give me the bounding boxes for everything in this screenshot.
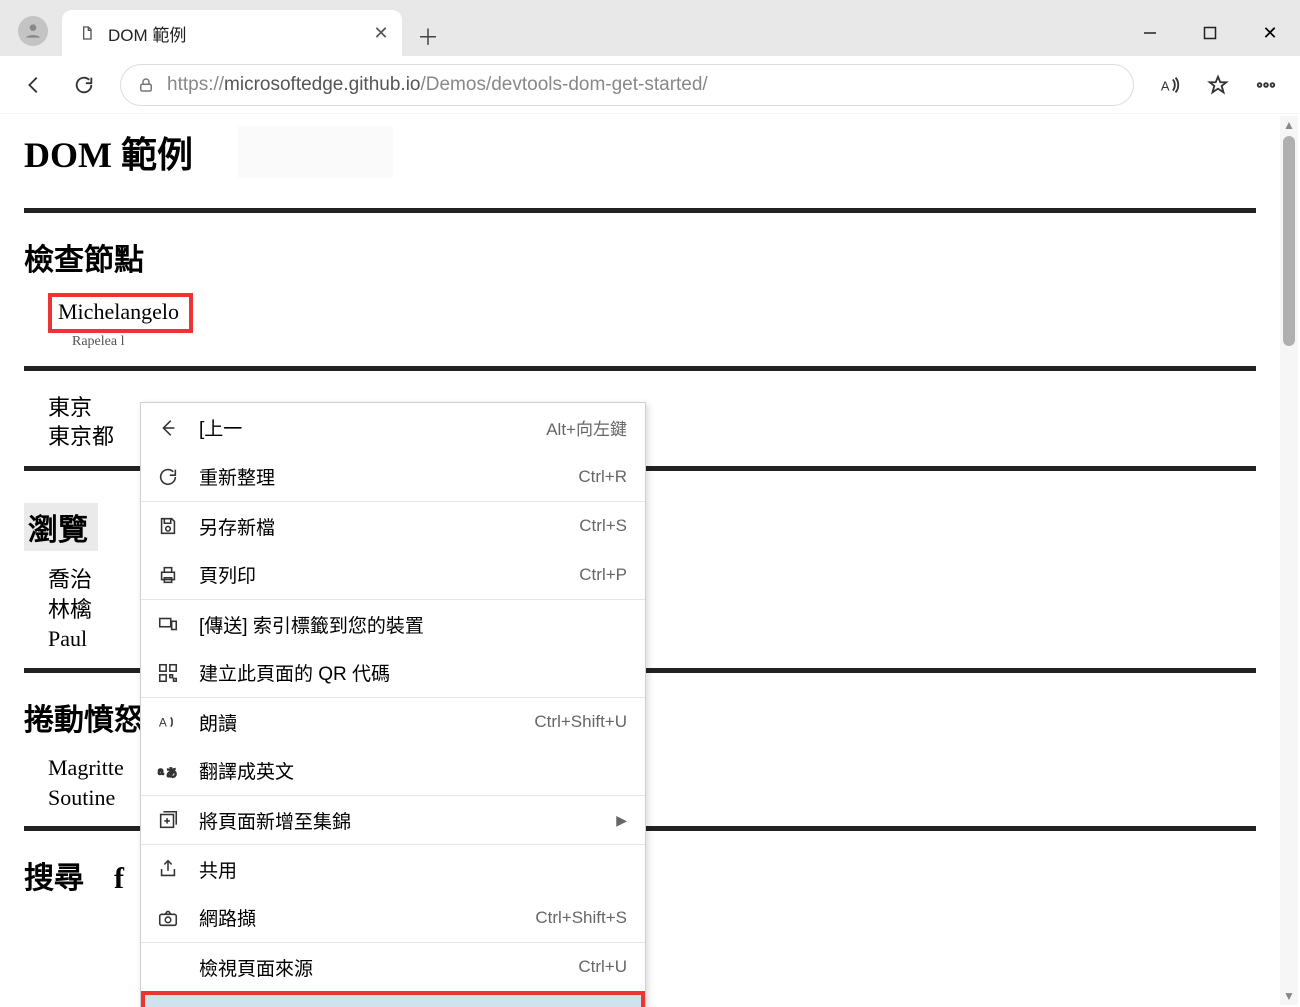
- ctx-inspect[interactable]: 檢查: [145, 995, 641, 1007]
- maximize-button[interactable]: [1180, 10, 1240, 56]
- address-bar[interactable]: https://microsoftedge.github.io/Demos/de…: [120, 64, 1134, 106]
- scrollbar[interactable]: ▲ ▼: [1280, 116, 1298, 1005]
- share-icon: [155, 858, 181, 880]
- ctx-share[interactable]: 共用: [141, 844, 645, 893]
- back-button[interactable]: [12, 63, 56, 107]
- scroll-thumb[interactable]: [1283, 136, 1295, 346]
- svg-text:A: A: [159, 716, 167, 730]
- page-title: DOM 範例: [24, 126, 393, 178]
- scroll-up-icon[interactable]: ▲: [1280, 116, 1298, 134]
- chevron-right-icon: ▶: [616, 812, 627, 829]
- ctx-save-as[interactable]: 另存新檔 Ctrl+S: [141, 501, 645, 550]
- print-icon: [155, 564, 181, 586]
- ctx-back[interactable]: [上一 Alt+向左鍵: [141, 403, 645, 452]
- ctx-add-to-collections[interactable]: 將頁面新增至集錦 ▶: [141, 795, 645, 844]
- svg-text:a: a: [158, 766, 164, 777]
- section-heading: 檢查節點: [24, 235, 1256, 279]
- camera-icon: [155, 907, 181, 929]
- favorite-icon[interactable]: [1196, 63, 1240, 107]
- minimize-button[interactable]: [1120, 10, 1180, 56]
- ctx-translate[interactable]: aあ 翻譯成英文: [141, 746, 645, 795]
- tab-title: DOM 範例: [108, 21, 360, 46]
- scroll-down-icon[interactable]: ▼: [1280, 987, 1298, 1005]
- url-text: https://microsoftedge.github.io/Demos/de…: [167, 74, 708, 96]
- profile-avatar[interactable]: [18, 16, 48, 46]
- more-menu-icon[interactable]: [1244, 63, 1288, 107]
- read-aloud-icon: A: [155, 711, 181, 733]
- svg-text:A: A: [1161, 78, 1170, 93]
- ctx-web-capture[interactable]: 網路擷 Ctrl+Shift+S: [141, 893, 645, 942]
- toolbar: https://microsoftedge.github.io/Demos/de…: [0, 56, 1300, 114]
- back-icon: [155, 417, 181, 439]
- ctx-view-source[interactable]: 檢視頁面來源 Ctrl+U: [141, 942, 645, 991]
- browser-tab[interactable]: DOM 範例 ✕: [62, 10, 402, 56]
- ctx-read-aloud[interactable]: A 朗讀 Ctrl+Shift+U: [141, 697, 645, 746]
- section-heading: 瀏覽: [24, 503, 98, 551]
- titlebar: DOM 範例 ✕ ＋ ✕: [0, 0, 1300, 56]
- read-aloud-icon[interactable]: A: [1148, 63, 1192, 107]
- ctx-print[interactable]: 頁列印 Ctrl+P: [141, 550, 645, 599]
- ctx-create-qr[interactable]: 建立此頁面的 QR 代碼: [141, 648, 645, 697]
- page-icon: [78, 24, 96, 42]
- close-tab-icon[interactable]: ✕: [372, 24, 390, 42]
- close-window-button[interactable]: ✕: [1240, 10, 1300, 56]
- devices-icon: [155, 613, 181, 635]
- collections-icon: [155, 809, 181, 831]
- ctx-reload[interactable]: 重新整理 Ctrl+R: [141, 452, 645, 501]
- svg-text:あ: あ: [166, 766, 177, 779]
- lock-icon[interactable]: [137, 76, 155, 94]
- list-item[interactable]: Rapelea l: [48, 333, 1256, 352]
- qr-icon: [155, 662, 181, 684]
- save-icon: [155, 515, 181, 537]
- new-tab-button[interactable]: ＋: [408, 16, 448, 56]
- reload-icon: [155, 466, 181, 488]
- list-item[interactable]: Michelangelo: [48, 293, 193, 333]
- ctx-send-to-device[interactable]: [傳送] 索引標籤到您的裝置: [141, 599, 645, 648]
- translate-icon: aあ: [155, 760, 181, 782]
- refresh-button[interactable]: [62, 63, 106, 107]
- context-menu: [上一 Alt+向左鍵 重新整理 Ctrl+R 另存新檔 Ctrl+S 頁列印 …: [140, 402, 646, 1007]
